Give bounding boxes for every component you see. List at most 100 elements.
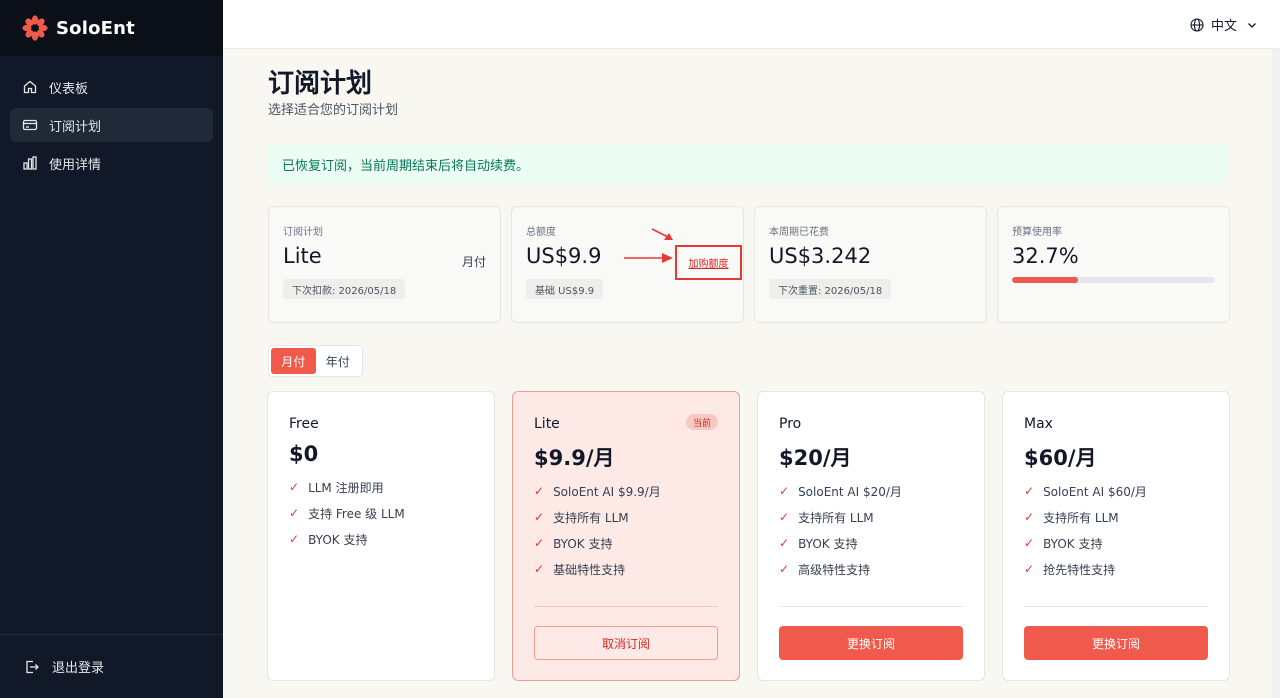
stat-label: 总额度 (526, 227, 556, 238)
check-icon: ✓ (534, 484, 545, 498)
card-icon (22, 119, 38, 131)
plan-price: $9.9/月 (534, 446, 615, 470)
check-icon: ✓ (1024, 484, 1035, 498)
check-icon: ✓ (289, 480, 300, 494)
toggle-yearly[interactable]: 年付 (316, 348, 361, 374)
check-icon: ✓ (779, 536, 790, 550)
stat-card-plan: 订阅计划 Lite 月付 下次扣款: 2026/05/18 (268, 206, 501, 323)
budget-progress-bar (1012, 277, 1215, 283)
feature-item: ✓ 支持所有 LLM (1024, 510, 1119, 525)
plan-price: $60/月 (1024, 446, 1097, 470)
stat-value: US$9.9 (526, 244, 602, 268)
sidebar-item-subscription[interactable]: 订阅计划 (10, 108, 213, 142)
plan-name: Lite (534, 416, 560, 432)
stat-value: Lite (283, 244, 322, 268)
stat-label: 本周期已花费 (769, 227, 829, 238)
stat-card-spent: 本周期已花费 US$3.242 下次重置: 2026/05/18 (754, 206, 987, 323)
stat-label: 订阅计划 (283, 227, 323, 238)
divider (1024, 606, 1208, 607)
divider (534, 606, 718, 607)
feature-item: ✓ BYOK 支持 (289, 532, 368, 547)
change-subscription-button[interactable]: 更换订阅 (1024, 626, 1208, 660)
feature-list: ✓ SoloEnt AI $60/月 ✓ 支持所有 LLM ✓ BYOK 支持 ✓ 抢先… (1024, 478, 1147, 582)
sidebar: SoloEnt 仪表板 订阅计划 使用详情 退出登录 (0, 0, 223, 698)
bar-chart-icon (23, 156, 37, 170)
success-alert: 已恢复订阅，当前周期结束后将自动续费。 (268, 144, 1228, 184)
logout-label: 退出登录 (52, 661, 105, 676)
check-icon: ✓ (1024, 510, 1035, 524)
budget-progress-fill (1012, 277, 1079, 283)
feature-item: ✓ BYOK 支持 (779, 536, 858, 551)
change-subscription-button[interactable]: 更换订阅 (779, 626, 963, 660)
plan-card-lite: Lite 当前 $9.9/月 ✓ SoloEnt AI $9.9/月 ✓ 支持所有 … (512, 391, 740, 681)
page-title: 订阅计划 (268, 69, 373, 99)
stat-value: 32.7% (1012, 244, 1079, 268)
feature-item: ✓ 高级特性支持 (779, 562, 871, 577)
next-charge-chip: 下次扣款: 2026/05/18 (283, 279, 406, 299)
stat-label: 预算使用率 (1012, 227, 1062, 238)
feature-list: ✓ SoloEnt AI $20/月 ✓ 支持所有 LLM ✓ BYOK 支持 ✓ 高级… (779, 478, 902, 582)
feature-item: ✓ 基础特性支持 (534, 562, 626, 577)
top-bar: 中文 (223, 0, 1280, 49)
sidebar-nav: 仪表板 订阅计划 使用详情 (0, 56, 223, 198)
check-icon: ✓ (534, 536, 545, 550)
feature-item: ✓ LLM 注册即用 (289, 480, 384, 495)
toggle-monthly[interactable]: 月付 (271, 348, 316, 374)
feature-item: ✓ BYOK 支持 (1024, 536, 1103, 551)
sidebar-item-label: 使用详情 (49, 157, 102, 173)
divider (779, 606, 963, 607)
plan-name: Pro (779, 416, 802, 432)
sidebar-item-usage[interactable]: 使用详情 (10, 146, 213, 180)
scrollbar[interactable] (1272, 49, 1280, 698)
brand-name: SoloEnt (56, 17, 135, 39)
language-selector[interactable]: 中文 (1190, 15, 1258, 34)
feature-item: ✓ SoloEnt AI $60/月 (1024, 484, 1147, 499)
base-quota-chip: 基础 US$9.9 (526, 279, 604, 299)
main-content: 订阅计划 选择适合您的订阅计划 已恢复订阅，当前周期结束后将自动续费。 订阅计划… (223, 49, 1280, 698)
buy-quota-link[interactable]: 加购额度 (675, 245, 742, 280)
check-icon: ✓ (1024, 536, 1035, 550)
stat-value: US$3.242 (769, 244, 872, 268)
current-plan-badge: 当前 (685, 414, 718, 430)
stat-card-budget: 预算使用率 32.7% (997, 206, 1230, 323)
feature-item: ✓ SoloEnt AI $20/月 (779, 484, 902, 499)
language-label: 中文 (1210, 19, 1237, 34)
feature-list: ✓ SoloEnt AI $9.9/月 ✓ 支持所有 LLM ✓ BYOK 支持 ✓ 基… (534, 478, 661, 582)
plan-card-free: Free $0 ✓ LLM 注册即用 ✓ 支持 Free 级 LLM ✓ BYOK 支… (267, 391, 495, 681)
check-icon: ✓ (289, 532, 300, 546)
check-icon: ✓ (289, 506, 300, 520)
feature-item: ✓ 支持 Free 级 LLM (289, 506, 405, 521)
check-icon: ✓ (779, 484, 790, 498)
check-icon: ✓ (534, 562, 545, 576)
billing-cycle: 月付 (461, 255, 486, 269)
plan-card-pro: Pro $20/月 ✓ SoloEnt AI $20/月 ✓ 支持所有 LLM ✓ B… (757, 391, 985, 681)
plan-price: $0 (289, 442, 319, 466)
feature-item: ✓ 抢先特性支持 (1024, 562, 1116, 577)
plan-card-max: Max $60/月 ✓ SoloEnt AI $60/月 ✓ 支持所有 LLM ✓ B… (1002, 391, 1230, 681)
logout-icon (26, 660, 39, 673)
feature-list: ✓ LLM 注册即用 ✓ 支持 Free 级 LLM ✓ BYOK 支持 (289, 474, 405, 552)
sidebar-item-dashboard[interactable]: 仪表板 (10, 70, 213, 104)
logout-button[interactable]: 退出登录 (0, 634, 223, 698)
feature-item: ✓ 支持所有 LLM (534, 510, 629, 525)
next-reset-chip: 下次重置: 2026/05/18 (769, 279, 892, 299)
plan-name: Max (1024, 416, 1053, 432)
home-icon (23, 80, 37, 94)
globe-icon (1190, 17, 1204, 32)
brand[interactable]: SoloEnt (0, 0, 223, 56)
arrow-annotation-icon (651, 228, 673, 240)
check-icon: ✓ (1024, 562, 1035, 576)
logo-icon (22, 15, 48, 41)
feature-item: ✓ 支持所有 LLM (779, 510, 874, 525)
page-subtitle: 选择适合您的订阅计划 (268, 103, 399, 118)
cancel-subscription-button[interactable]: 取消订阅 (534, 626, 718, 660)
billing-toggle: 月付 年付 (268, 345, 363, 377)
plan-price: $20/月 (779, 446, 852, 470)
sidebar-item-label: 仪表板 (49, 81, 89, 97)
check-icon: ✓ (534, 510, 545, 524)
feature-item: ✓ SoloEnt AI $9.9/月 (534, 484, 661, 499)
check-icon: ✓ (779, 562, 790, 576)
sidebar-item-label: 订阅计划 (49, 119, 102, 135)
check-icon: ✓ (779, 510, 790, 524)
arrow-annotation-icon (624, 253, 673, 263)
